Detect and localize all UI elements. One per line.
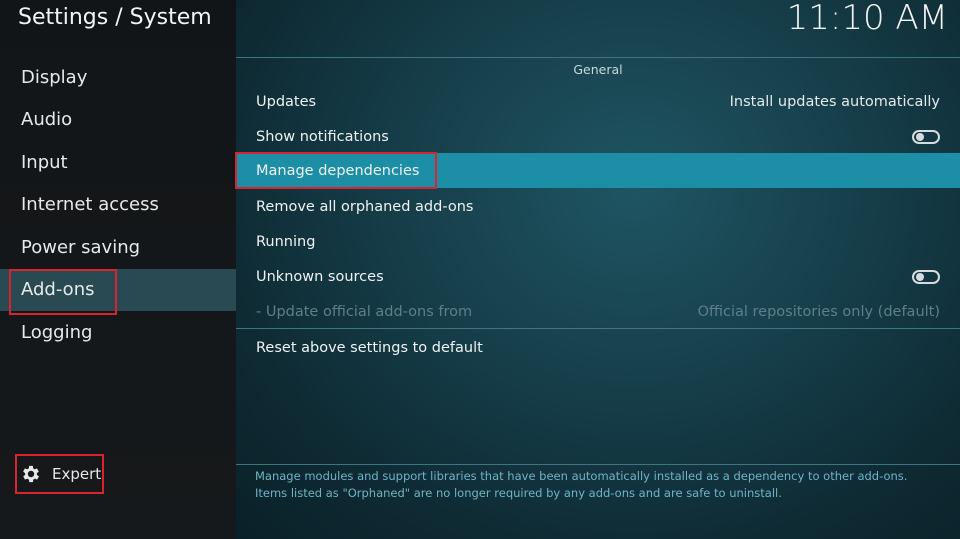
setting-label: Running xyxy=(256,233,316,250)
setting-unknown-sources[interactable]: Unknown sources xyxy=(236,259,960,294)
sidebar-item-display[interactable]: Display xyxy=(0,57,236,99)
setting-update-official-add-ons-from: - Update official add-ons from Official … xyxy=(236,294,960,329)
description-line-2: Items listed as "Orphaned" are no longer… xyxy=(255,486,782,500)
setting-manage-dependencies[interactable]: Manage dependencies xyxy=(236,153,960,188)
toggle-knob xyxy=(916,272,924,281)
setting-remove-orphaned-add-ons[interactable]: Remove all orphaned add-ons xyxy=(236,189,960,224)
setting-label: - Update official add-ons from xyxy=(256,303,473,320)
setting-label: Manage dependencies xyxy=(256,162,420,179)
description-divider xyxy=(236,464,960,465)
setting-label: Reset above settings to default xyxy=(256,339,483,356)
expert-button[interactable]: Expert xyxy=(16,455,102,493)
toggle-switch[interactable] xyxy=(912,129,940,144)
expert-label: Expert xyxy=(52,465,102,483)
setting-label: Remove all orphaned add-ons xyxy=(256,198,474,215)
sidebar-item-input[interactable]: Input xyxy=(0,142,236,184)
setting-label: Updates xyxy=(256,93,317,110)
setting-description: Manage modules and support libraries tha… xyxy=(255,468,945,502)
page-title: Settings / System xyxy=(18,5,212,30)
section-header-general: General xyxy=(573,62,623,77)
gear-icon xyxy=(23,465,39,483)
setting-updates[interactable]: Updates Install updates automatically xyxy=(236,84,960,119)
setting-show-notifications[interactable]: Show notifications xyxy=(236,119,960,154)
clock: 11:10 AM xyxy=(786,0,948,38)
setting-running[interactable]: Running xyxy=(236,224,960,259)
description-line-1: Manage modules and support libraries tha… xyxy=(255,469,908,483)
setting-value: Official repositories only (default) xyxy=(697,303,940,320)
section-divider-top xyxy=(236,57,960,58)
sidebar-item-audio[interactable]: Audio xyxy=(0,99,236,141)
setting-reset-to-default[interactable]: Reset above settings to default xyxy=(236,330,960,365)
sidebar-item-power-saving[interactable]: Power saving xyxy=(0,227,236,269)
setting-label: Show notifications xyxy=(256,128,389,145)
section-divider-bottom xyxy=(236,328,960,329)
toggle-switch[interactable] xyxy=(912,269,940,284)
setting-value: Install updates automatically xyxy=(729,93,940,110)
sidebar-item-internet-access[interactable]: Internet access xyxy=(0,184,236,226)
toggle-knob xyxy=(916,132,924,141)
setting-label: Unknown sources xyxy=(256,268,384,285)
sidebar-item-add-ons[interactable]: Add-ons xyxy=(0,269,236,311)
sidebar-item-logging[interactable]: Logging xyxy=(0,312,236,354)
